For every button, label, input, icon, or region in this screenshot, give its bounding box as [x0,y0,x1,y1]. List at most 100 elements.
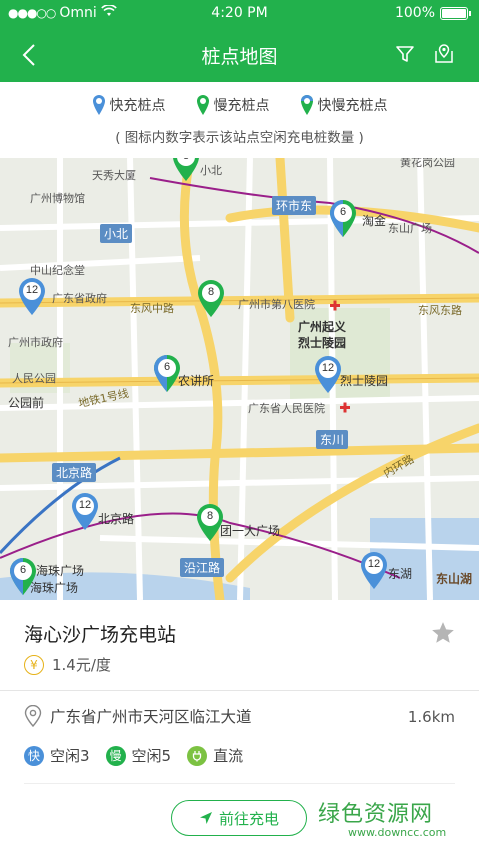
legend-slow-label: 慢充桩点 [213,98,270,114]
map-label: 农讲所 [178,374,215,388]
map-label: 团一大广场 [220,524,281,538]
navigate-label: 前往充电 [218,809,279,828]
map-label: 广东省人民医院 [248,402,325,415]
legend-mixed: 快慢充桩点 [300,94,388,116]
map-marker-slow[interactable]: 8 [195,504,225,542]
current-type-label: 直流 [213,747,244,765]
map-marker-mixed[interactable]: 6 [152,355,182,393]
app-header: ●●●○○ Omni 4:20 PM 100% 桩点地图 [0,0,479,82]
map-label: 广州起义 [298,320,347,334]
map-label: 小北 [200,164,222,177]
fast-badge: 快 [24,745,44,766]
map-label: 东风东路 [418,304,462,317]
marker-count: 8 [207,286,215,298]
fast-pin-icon [92,95,105,115]
map-label: 东山湖 [436,572,473,586]
map-label: 黄花岗公园 [400,158,455,169]
map-view[interactable]: 小北 天秀大厦 广州博物馆 环市东 淘金 东山广场 小北 中山纪念堂 广东省政府… [0,158,479,600]
map-label: 烈士陵园 [340,374,389,388]
fast-free-count: 空闲3 [50,747,90,765]
battery-icon [440,6,468,20]
availability-row: 快 空闲3 慢 空闲5 直流 [24,745,249,766]
map-location-icon [435,44,453,63]
map-marker-fast[interactable]: 12 [359,552,389,590]
slow-availability: 慢 空闲5 [105,745,172,766]
location-pin-icon [24,705,42,727]
map-label: 公园前 [8,396,45,410]
map-label: 广东省政府 [52,292,107,305]
current-type: 直流 [187,745,243,766]
map-label: 海珠广场 [36,564,85,578]
marker-count: 6 [339,206,347,218]
map-marker-slow[interactable]: 8 [196,280,226,318]
filter-button[interactable] [391,40,419,68]
map-label: 天秀大厦 [92,169,136,182]
map-marker-fast[interactable]: 12 [17,278,47,316]
divider [0,690,479,691]
address-row: 广东省广州市天河区临江大道 [24,705,252,727]
watermark: 绿色资源网 www.downcc.com [318,796,468,846]
station-detail-panel: 海心沙广场充电站 ¥ 1.4元/度 广东省广州市天河区临江大道 1.6km 快 … [0,600,479,853]
marker-count: 8 [171,158,201,162]
marker-count: 12 [321,362,335,374]
legend-note: ( 图标内数字表示该站点空闲充电桩数量 ) [115,130,364,146]
map-label: 广州市第八医院 [238,298,315,311]
legend-slow: 慢充桩点 [196,94,270,116]
map-label: 广州市政府 [8,336,63,349]
map-marker-mixed[interactable]: 6 [328,200,358,238]
station-name: 海心沙广场充电站 [24,624,177,646]
map-marker-fast[interactable]: 12 [313,356,343,394]
map-label: 东风中路 [130,302,174,315]
status-bar: ●●●○○ Omni 4:20 PM 100% [0,0,479,28]
map-location-button[interactable] [430,40,458,68]
map-label: 中山纪念堂 [30,264,85,277]
navigation-arrow-icon [199,812,212,824]
price-value: 1.4元/度 [52,656,111,674]
battery-info: 100% [395,5,471,21]
map-label: 东山广场 [388,222,432,235]
slow-pin-icon [196,95,209,115]
legend-row: 快充桩点 慢充桩点 快慢充桩点 [0,94,479,116]
star-icon [432,622,454,643]
map-road-label: 沿江路 [180,558,225,577]
map-label: 淘金 [362,214,387,228]
marker-count: 6 [19,564,27,576]
price-row: ¥ 1.4元/度 [24,654,111,675]
slow-badge: 慢 [105,745,126,766]
divider [24,783,455,784]
map-marker-mixed[interactable]: 6 [8,558,38,596]
map-label: 广州博物馆 [30,192,85,205]
marker-legend: 快充桩点 慢充桩点 快慢充桩点 ( 图标内数字表示该站点空闲充电桩数量 ) [0,82,479,158]
station-distance: 1.6km [407,708,455,726]
map-road-label: 东川 [316,430,349,449]
battery-percent: 100% [394,5,435,21]
station-address: 广东省广州市天河区临江大道 [50,708,252,726]
map-marker-fast[interactable]: 12 [70,493,100,531]
map-label: 北京路 [98,512,135,526]
marker-count: 12 [25,284,39,296]
filter-icon [396,46,414,62]
watermark-title: 绿色资源网 [318,802,434,827]
map-label: 人民公园 [12,372,56,385]
legend-fast: 快充桩点 [92,94,166,116]
slow-free-count: 空闲5 [131,747,172,765]
plug-icon [187,745,208,766]
map-road-label: 小北 [100,224,133,243]
nav-bar: 桩点地图 [0,28,479,82]
marker-count: 12 [78,499,92,511]
mixed-pin-icon [300,95,313,115]
navigate-button[interactable]: 前往充电 [171,800,307,836]
watermark-url: www.downcc.com [348,826,447,839]
yen-icon: ¥ [24,654,44,675]
fast-availability: 快 空闲3 [24,745,90,766]
map-marker-slow[interactable]: 8 [171,158,201,182]
map-road-label: 环市东 [272,196,317,215]
legend-fast-label: 快充桩点 [109,98,166,114]
map-label: 烈士陵园 [298,336,347,350]
marker-count: 12 [367,558,381,570]
map-label: 东湖 [388,567,413,581]
marker-count: 6 [163,361,171,373]
favorite-button[interactable] [430,620,456,646]
marker-count: 8 [206,510,214,522]
legend-mixed-label: 快慢充桩点 [317,98,388,114]
